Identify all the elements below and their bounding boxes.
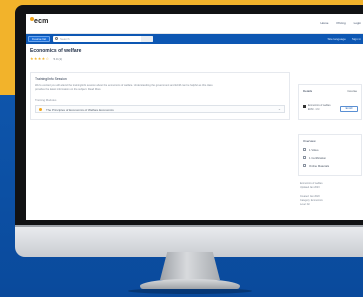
- details-line: ECM · 1 hr: [308, 108, 320, 111]
- module-label: The Principles of Economics of Welfare E…: [46, 107, 114, 112]
- module-status-icon: [39, 108, 42, 111]
- enroll-button[interactable]: Enroll: [340, 106, 358, 112]
- meta-line: Category: Economics: [300, 199, 323, 202]
- nav-links: Home Pricing Login: [320, 21, 361, 25]
- module-accordion[interactable]: The Principles of Economics of Welfare E…: [35, 105, 285, 113]
- chevron-down-icon[interactable]: ⌄: [278, 107, 281, 111]
- course-icon: [303, 105, 306, 108]
- star-rating-icon: ★★★★☆: [30, 56, 50, 61]
- rating-row: ★★★★☆ 5.0 (1): [30, 56, 62, 61]
- details-card: Details Course Economics of welfare ECM …: [298, 84, 362, 120]
- search-input[interactable]: Search: [53, 36, 153, 42]
- meta-line: Level: All: [300, 203, 310, 206]
- bar-links: Site language Sign in: [327, 37, 361, 41]
- meta-line: Updated Jan 2023: [300, 186, 320, 189]
- card-text-line: provides the latest information on the s…: [35, 88, 101, 91]
- details-line: Economics of welfare: [308, 104, 331, 107]
- monitor-screen: ecm Home Pricing Login Course list Searc…: [26, 14, 363, 220]
- monitor-stand-neck: [160, 252, 220, 280]
- browse-button[interactable]: Course list: [28, 36, 50, 42]
- card-text-line: We're excited you will attend the traini…: [35, 84, 213, 87]
- nav-link-pricing[interactable]: Pricing: [336, 21, 345, 25]
- overview-title: Overview: [303, 139, 316, 143]
- nav-link-home[interactable]: Home: [320, 21, 328, 25]
- meta-line: Economics of welfare: [300, 182, 323, 185]
- course-description-card: Training/Info Session We're excited you …: [30, 72, 290, 120]
- card-heading: Training/Info Session: [35, 77, 67, 81]
- overview-item: Online Materials: [309, 164, 330, 168]
- overview-item: 1 Certification: [309, 156, 327, 160]
- document-icon: [303, 164, 306, 167]
- nav-link-login[interactable]: Login: [354, 21, 361, 25]
- search-bar: Course list Search Site language Sign in: [26, 34, 363, 44]
- search-icon: [55, 37, 58, 40]
- video-icon: [303, 148, 306, 151]
- bar-link-signin[interactable]: Sign in: [352, 37, 361, 41]
- meta-line: Created: Jan 2020: [300, 195, 320, 198]
- site-logo[interactable]: ecm: [34, 18, 49, 25]
- page-title: Economics of welfare: [30, 48, 82, 54]
- rating-text: 5.0 (1): [53, 56, 63, 61]
- details-type: Course: [347, 89, 357, 93]
- bar-link-language[interactable]: Site language: [327, 37, 345, 41]
- overview-card: Overview 1 Video 1 Certification Online …: [298, 134, 362, 176]
- monitor-stand-base: [140, 279, 240, 289]
- top-navigation: ecm Home Pricing Login: [26, 14, 363, 34]
- overview-item: 1 Video: [309, 148, 319, 152]
- details-title: Details: [303, 89, 313, 93]
- search-placeholder: Search: [60, 37, 70, 41]
- certificate-icon: [303, 156, 306, 159]
- card-subheading: Training Modules: [35, 98, 57, 102]
- search-submit-button[interactable]: [141, 36, 153, 42]
- monitor: ecm Home Pricing Login Course list Searc…: [15, 5, 363, 257]
